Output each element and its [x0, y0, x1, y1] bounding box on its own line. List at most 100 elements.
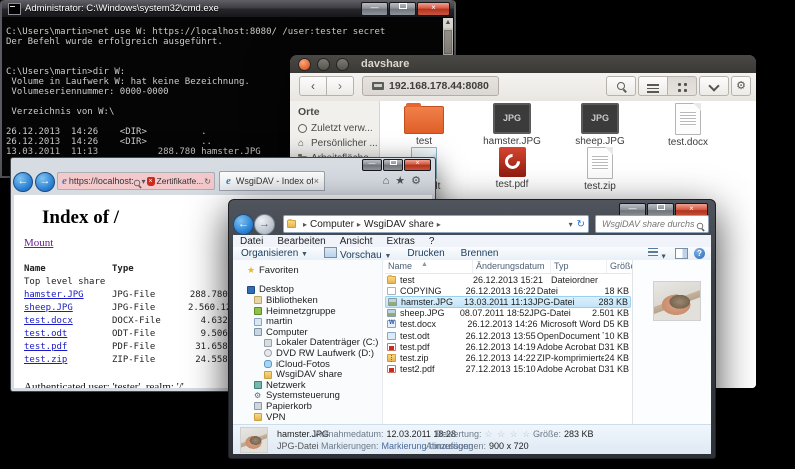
column-header-type[interactable]: Typ — [551, 260, 607, 273]
tab-title: WsgiDAV - Index of / — [236, 176, 313, 186]
file-item[interactable]: JPG hamster.JPG — [468, 103, 556, 147]
table-row[interactable]: test.docx 26.12.2013 14:26 Microsoft Wor… — [385, 319, 631, 330]
close-button[interactable] — [298, 58, 311, 71]
file-item[interactable]: test.docx — [644, 103, 732, 147]
refresh-icon[interactable]: ↻ — [577, 219, 585, 230]
file-item[interactable]: test.pdf — [468, 147, 556, 191]
search-button[interactable] — [606, 76, 636, 96]
mount-link[interactable]: Mount — [24, 237, 53, 249]
restore-button[interactable] — [389, 2, 416, 16]
column-header-date[interactable]: Änderungsdatum — [473, 260, 551, 273]
url-text: https://localhost:8080/ — [69, 176, 133, 186]
burn-button[interactable]: Brennen — [453, 248, 507, 259]
table-row[interactable]: test 26.12.2013 15:21 Dateiordner — [385, 274, 631, 285]
table-row[interactable]: COPYING 26.12.2013 16:22 Datei 18 KB — [385, 285, 631, 296]
forward-button[interactable]: › — [326, 76, 354, 96]
nav-item-local-disk[interactable]: Lokaler Datenträger (C:) — [233, 338, 382, 349]
certificate-error-text[interactable]: Zertifikatfe... — [157, 176, 204, 186]
nav-item-heimnetzgruppe[interactable]: Heimnetzgruppe — [233, 306, 382, 317]
minimize-button[interactable]: — — [362, 159, 382, 171]
table-row[interactable]: test.odt 26.12.2013 13:55 OpenDocument T… — [385, 330, 631, 341]
nav-item-icloud[interactable]: iCloud-Fotos — [233, 359, 382, 370]
table-row[interactable]: sheep.JPG 08.07.2011 18:52 JPG-Datei 2.5… — [385, 308, 631, 319]
file-link[interactable]: test.pdf — [24, 342, 67, 352]
nav-item-vpn[interactable]: VPN — [233, 412, 382, 423]
file-link[interactable]: sheep.JPG — [24, 303, 73, 313]
refresh-icon[interactable]: ↻ — [204, 177, 211, 186]
minimize-button[interactable] — [317, 58, 330, 71]
table-row[interactable]: test2.pdf 27.12.2013 15:10 Adobe Acrobat… — [385, 364, 631, 375]
file-link[interactable]: test.docx — [24, 316, 73, 326]
zoom-dropdown-button[interactable] — [699, 76, 729, 96]
sidebar-item-home[interactable]: ⌂ Persönlicher ... — [290, 136, 379, 151]
nav-item-bibliotheken[interactable]: Bibliotheken — [233, 295, 382, 306]
help-button[interactable]: ? — [694, 248, 705, 259]
minimize-button[interactable]: — — [361, 2, 388, 16]
home-icon[interactable]: ⌂ — [383, 175, 396, 187]
breadcrumb-computer[interactable]: Computer — [310, 219, 354, 230]
grid-view-button[interactable] — [667, 76, 697, 96]
search-box[interactable] — [595, 215, 709, 233]
settings-button[interactable]: ⚙ — [731, 76, 751, 96]
scrollbar-thumb[interactable] — [444, 30, 452, 54]
address-dropdown-icon[interactable]: ▾ — [569, 220, 573, 229]
back-button[interactable]: ← — [13, 172, 33, 192]
file-item[interactable]: JPG sheep.JPG — [556, 103, 644, 147]
nav-item-desktop[interactable]: Desktop — [233, 285, 382, 296]
browser-tab[interactable]: e WsgiDAV - Index of / × — [219, 171, 325, 191]
table-row[interactable]: test.pdf 26.12.2013 14:19 Adobe Acrobat … — [385, 341, 631, 352]
breadcrumb-share[interactable]: WsgiDAV share — [364, 219, 434, 230]
settings-icon[interactable]: ⚙ — [411, 175, 427, 187]
back-button[interactable]: ‹ — [299, 76, 327, 96]
menu-ansicht[interactable]: Ansicht — [333, 236, 380, 247]
file-link[interactable]: test.zip — [24, 355, 67, 365]
back-button[interactable]: ← — [233, 214, 254, 235]
nav-item-netzwerk[interactable]: Netzwerk — [233, 380, 382, 391]
menu-datei[interactable]: Datei — [233, 236, 270, 247]
file-link[interactable]: hamster.JPG — [24, 290, 84, 300]
table-row[interactable]: test.zip 26.12.2013 14:22 ZIP-komprimier… — [385, 352, 631, 363]
column-header-name[interactable]: Name▲ — [385, 260, 473, 273]
file-item[interactable]: test.zip — [556, 147, 644, 191]
search-dropdown-icon[interactable]: ▾ — [142, 177, 146, 186]
favorites-icon[interactable]: ★ — [395, 175, 411, 187]
close-button[interactable]: × — [417, 2, 450, 16]
address-bar[interactable]: e https://localhost:8080/ ▾ × Zertifikat… — [57, 172, 215, 190]
file-item[interactable]: test — [380, 103, 468, 147]
search-input[interactable] — [600, 218, 696, 230]
menu-extras[interactable]: Extras — [380, 236, 422, 247]
nav-item-computer[interactable]: Computer — [233, 327, 382, 338]
maximize-button[interactable] — [383, 159, 403, 171]
preview-pane-button[interactable] — [675, 248, 688, 259]
preview-button[interactable]: Vorschau ▼ — [316, 247, 399, 261]
nav-item-user[interactable]: martin — [233, 316, 382, 327]
sidebar-item-recent[interactable]: Zuletzt verw... — [290, 121, 379, 136]
location-button[interactable]: 192.168.178.44:8080 — [362, 76, 499, 96]
file-link[interactable]: test.odt — [24, 329, 67, 339]
cmd-title-bar[interactable]: Administrator: C:\Windows\system32\cmd.e… — [2, 0, 454, 17]
maximize-button[interactable] — [336, 58, 349, 71]
nav-item-dvd[interactable]: DVD RW Laufwerk (D:) — [233, 348, 382, 359]
forward-button[interactable]: → — [35, 172, 55, 192]
table-row-selected[interactable]: hamster.JPG 13.03.2011 11:13 JPG-Datei 2… — [385, 296, 631, 307]
list-view-button[interactable] — [638, 76, 668, 96]
print-button[interactable]: Drucken — [399, 248, 452, 259]
nautilus-title-bar[interactable]: davshare — [290, 55, 756, 73]
column-header-size[interactable]: Größe — [607, 260, 631, 273]
address-bar[interactable]: ▸ Computer ▸ WsgiDAV share ▸ ▾ ↻ — [283, 215, 589, 233]
forward-button[interactable]: → — [254, 214, 275, 235]
cmd-icon — [8, 3, 21, 15]
views-button[interactable]: ▼ — [648, 246, 667, 262]
menu-bearbeiten[interactable]: Bearbeiten — [270, 236, 332, 247]
nav-item-papierkorb[interactable]: Papierkorb — [233, 401, 382, 412]
close-button[interactable]: × — [404, 159, 431, 171]
nav-item-wsgidav-share[interactable]: WsgiDAV share — [233, 369, 382, 380]
nav-item-systemsteuerung[interactable]: ⚙Systemsteuerung — [233, 391, 382, 402]
search-icon[interactable] — [133, 180, 139, 186]
scroll-up-icon[interactable]: ▲ — [443, 18, 453, 28]
organize-button[interactable]: Organisieren ▼ — [233, 248, 316, 259]
nav-item-favoriten[interactable]: ★Favoriten — [233, 265, 382, 276]
menu-hilfe[interactable]: ? — [422, 236, 442, 247]
tab-close-icon[interactable]: × — [313, 176, 320, 186]
navigation-pane: ★Favoriten Desktop Bibliotheken Heimnetz… — [233, 260, 383, 425]
